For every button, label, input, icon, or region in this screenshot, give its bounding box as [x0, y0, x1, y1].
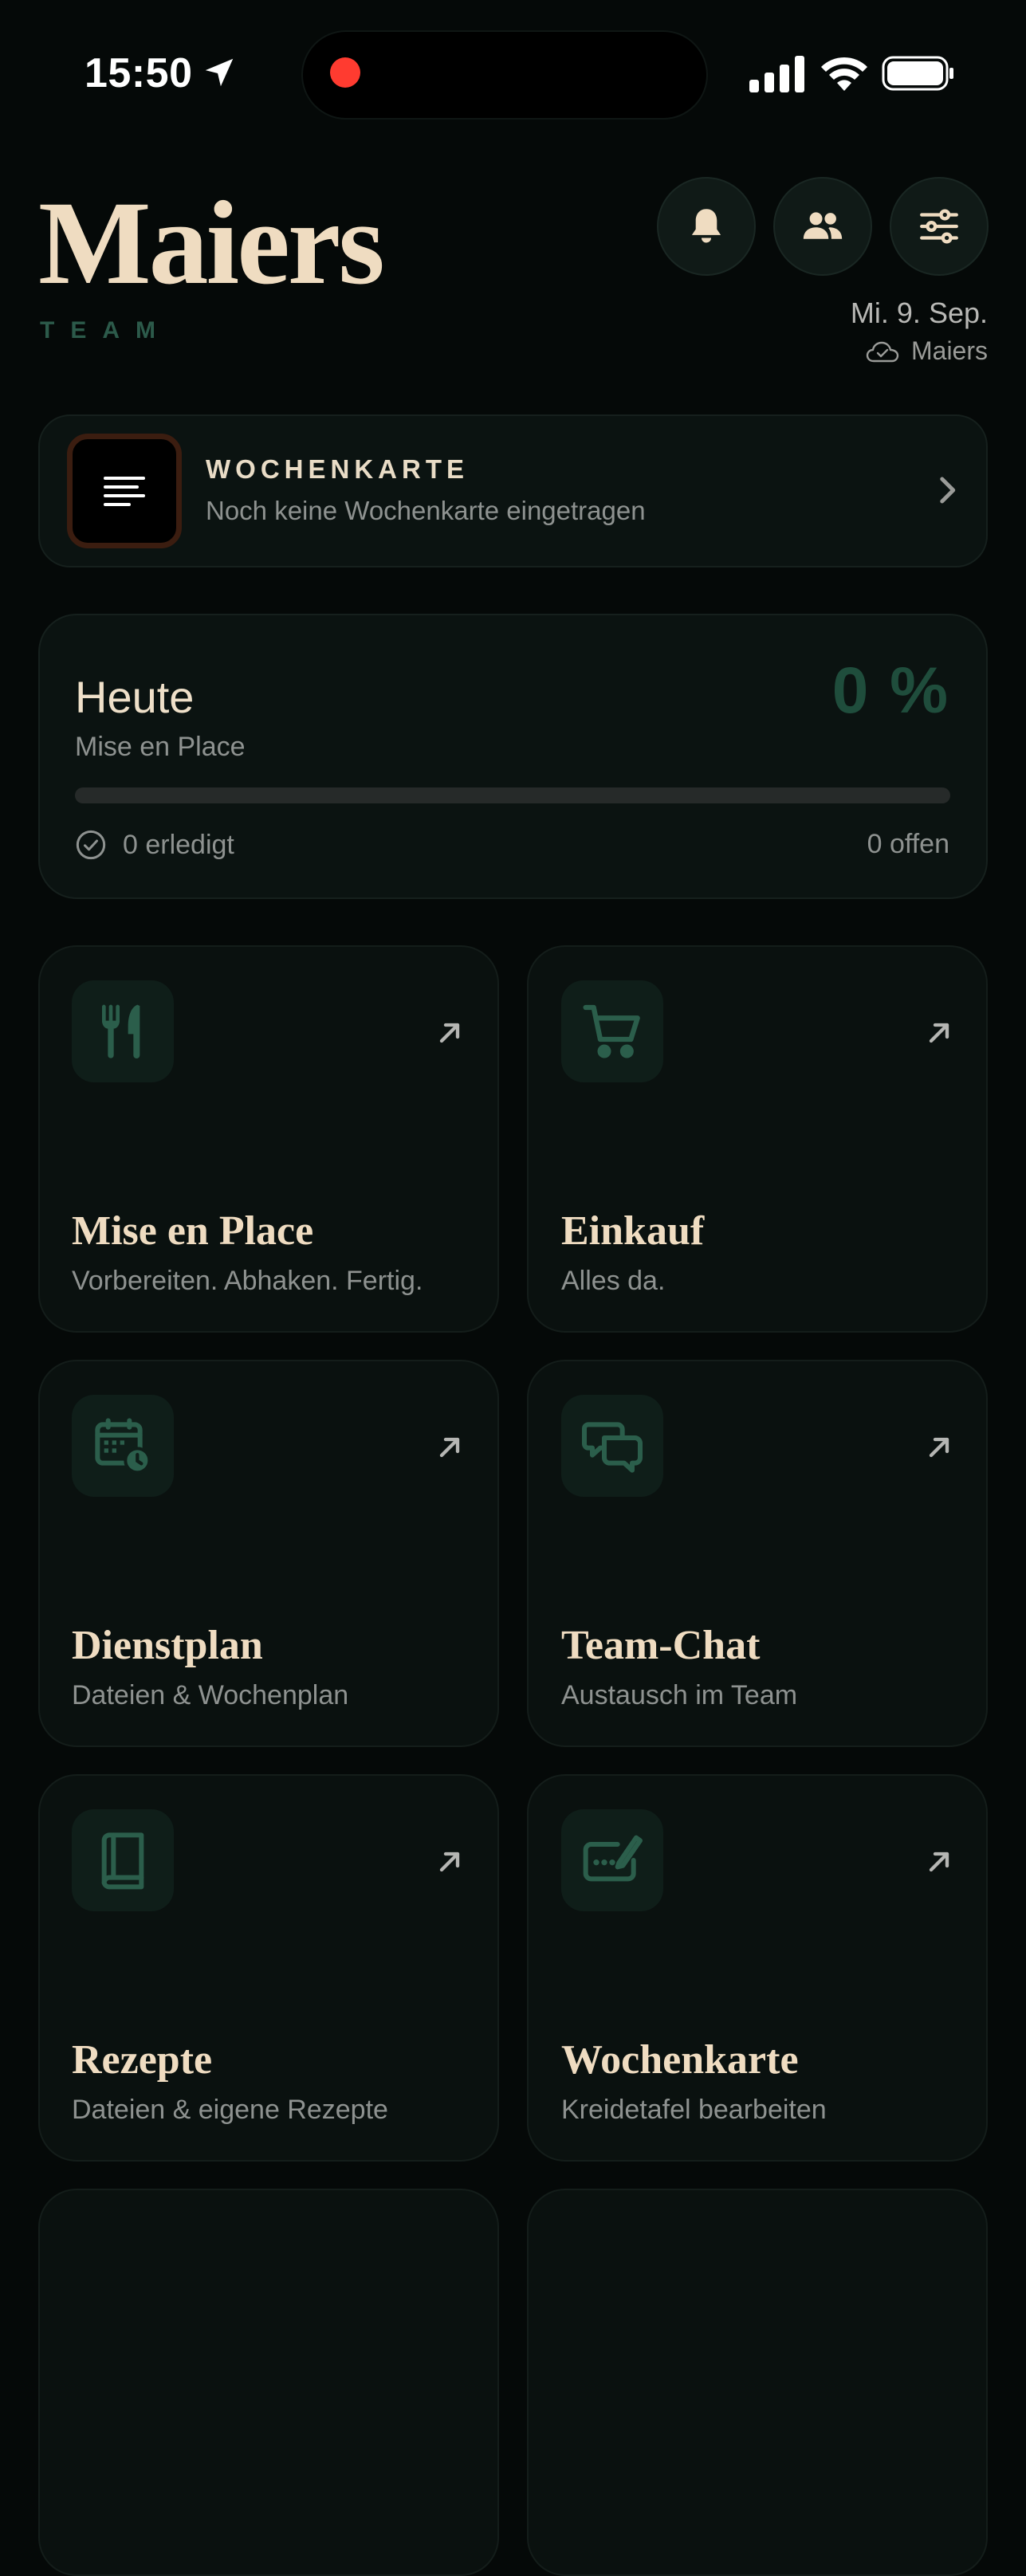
chevron-right-icon — [940, 477, 956, 504]
tile-subtitle: Alles da. — [561, 1266, 666, 1296]
tile-subtitle: Dateien & Wochenplan — [72, 1680, 349, 1710]
book-icon — [101, 1832, 144, 1890]
cloud-check-icon — [866, 341, 899, 362]
sync-label: Maiers — [910, 336, 988, 365]
tile-title: Wochenkarte — [561, 2037, 799, 2083]
battery-icon — [882, 56, 953, 91]
sliders-icon — [920, 209, 958, 244]
settings-button[interactable] — [890, 177, 989, 276]
recording-indicator — [330, 57, 360, 88]
done-label: 0 erledigt — [123, 829, 234, 860]
cellular-signal-icon — [749, 56, 804, 92]
open-count: 0 offen — [867, 829, 949, 859]
current-date: Mi. 9. Sep. — [850, 296, 988, 329]
today-subtitle: Mise en Place — [75, 732, 246, 762]
location-arrow-icon — [205, 58, 234, 87]
today-title: Heute — [75, 672, 195, 722]
chalkboard-pen-icon — [583, 1835, 643, 1882]
status-time: 15:50 — [85, 50, 193, 96]
arrow-up-right-icon — [439, 1023, 460, 1043]
text-lines-icon — [104, 477, 145, 506]
tile-subtitle: Austausch im Team — [561, 1680, 798, 1710]
team-button[interactable] — [773, 177, 872, 276]
tile-subtitle: Vorbereiten. Abhaken. Fertig. — [72, 1266, 423, 1296]
tile-title: Rezepte — [72, 2037, 213, 2083]
team-icon — [803, 212, 843, 239]
tile-icon-box — [72, 1395, 174, 1497]
check-circle-icon — [76, 830, 106, 860]
sync-status: Maiers — [865, 336, 988, 366]
arrow-up-right-icon — [929, 1437, 949, 1458]
cart-icon — [583, 1004, 640, 1058]
tile-icon-box — [72, 980, 174, 1082]
wifi-icon — [821, 57, 867, 91]
tile-icon-box — [561, 1395, 663, 1497]
chat-icon — [582, 1422, 643, 1473]
banner-title: WOCHENKARTE — [206, 454, 469, 484]
done-count: 0 erledigt — [75, 829, 234, 861]
tile-subtitle: Dateien & eigene Rezepte — [72, 2095, 388, 2125]
tile-title: Team-Chat — [561, 1623, 761, 1668]
menu-board-icon-box — [67, 434, 182, 548]
brand-subtitle: TEAM — [40, 317, 171, 344]
arrow-up-right-icon — [929, 1852, 949, 1872]
tile-title: Mise en Place — [72, 1208, 314, 1254]
arrow-up-right-icon — [439, 1852, 460, 1872]
tile-partial[interactable] — [527, 2189, 988, 2576]
tile-partial[interactable] — [38, 2189, 499, 2576]
brand-title: Maiers — [38, 177, 385, 309]
progress-bar — [75, 787, 950, 803]
arrow-up-right-icon — [929, 1023, 949, 1043]
tile-subtitle: Kreidetafel bearbeiten — [561, 2095, 827, 2125]
tile-icon-box — [72, 1809, 174, 1911]
tile-icon-box — [561, 980, 663, 1082]
dynamic-island — [301, 30, 708, 120]
tile-title: Einkauf — [561, 1208, 705, 1254]
notifications-button[interactable] — [657, 177, 756, 276]
calendar-clock-icon — [95, 1418, 151, 1475]
arrow-up-right-icon — [439, 1437, 460, 1458]
tile-title: Dienstplan — [72, 1623, 263, 1668]
progress-percent: 0 % — [831, 654, 949, 727]
cutlery-icon — [102, 1004, 140, 1058]
tile-icon-box — [561, 1809, 663, 1911]
banner-text: Noch keine Wochenkarte eingetragen — [206, 496, 646, 525]
bell-icon — [691, 209, 721, 243]
